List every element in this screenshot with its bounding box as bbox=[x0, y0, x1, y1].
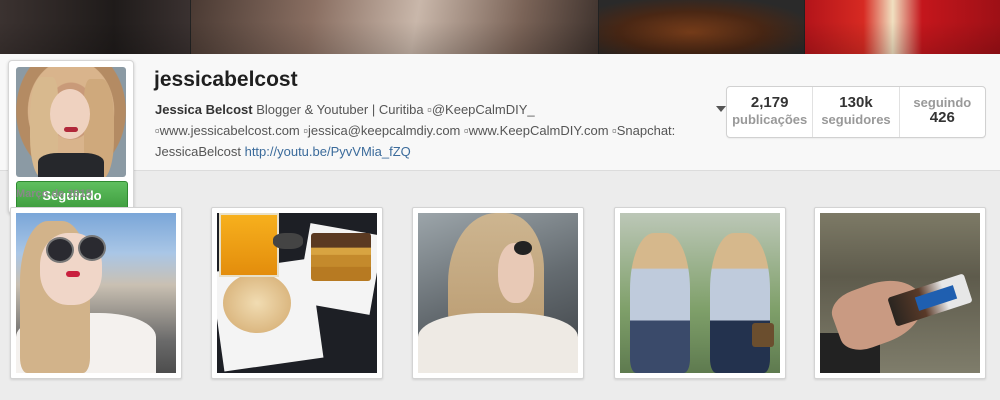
photo-card[interactable] bbox=[814, 207, 986, 379]
month-heading: Março de 2015 bbox=[16, 188, 92, 200]
photo-thumbnail[interactable] bbox=[16, 213, 176, 373]
bio-link[interactable]: http://youtu.be/PyvVMia_fZQ bbox=[245, 144, 411, 159]
photo-card[interactable] bbox=[412, 207, 584, 379]
photo-card[interactable] bbox=[10, 207, 182, 379]
stat-following-label: seguindo bbox=[913, 95, 972, 110]
stat-posts[interactable]: 2,179 publicações bbox=[727, 87, 814, 137]
photo-thumbnail[interactable] bbox=[217, 213, 377, 373]
caret-down-icon[interactable] bbox=[716, 106, 726, 112]
profile-full-name: Jessica Belcost bbox=[155, 102, 253, 117]
stat-following-value: 426 bbox=[929, 109, 955, 126]
stat-posts-label: publicações bbox=[732, 112, 808, 127]
bio-text: JessicaBelcost bbox=[155, 144, 245, 159]
cover-overlay bbox=[0, 0, 1000, 54]
photo-card[interactable] bbox=[211, 207, 383, 379]
profile-header: Seguindo jessicabelcost Jessica Belcost … bbox=[0, 54, 1000, 214]
stat-followers[interactable]: 130k seguidores bbox=[813, 87, 900, 137]
bio-text: Blogger & Youtuber | Curitiba ▫@KeepCalm… bbox=[252, 102, 535, 117]
profile-stats: 2,179 publicações 130k seguidores seguin… bbox=[726, 86, 986, 138]
profile-bio: Jessica Belcost Blogger & Youtuber | Cur… bbox=[155, 99, 710, 162]
photo-thumbnail[interactable] bbox=[820, 213, 980, 373]
photo-thumbnail[interactable] bbox=[620, 213, 780, 373]
photo-card[interactable] bbox=[614, 207, 786, 379]
stat-posts-value: 2,179 bbox=[750, 94, 789, 111]
cover-strip bbox=[0, 0, 1000, 54]
bio-text: ▫www.jessicabelcost.com ▫jessica@keepcal… bbox=[155, 123, 676, 138]
stat-followers-value: 130k bbox=[839, 94, 873, 111]
photo-grid bbox=[10, 207, 990, 379]
photo-thumbnail[interactable] bbox=[418, 213, 578, 373]
avatar[interactable] bbox=[16, 67, 126, 177]
stat-following[interactable]: seguindo 426 bbox=[900, 87, 985, 137]
stat-followers-label: seguidores bbox=[821, 112, 891, 127]
profile-username: jessicabelcost bbox=[154, 68, 298, 91]
